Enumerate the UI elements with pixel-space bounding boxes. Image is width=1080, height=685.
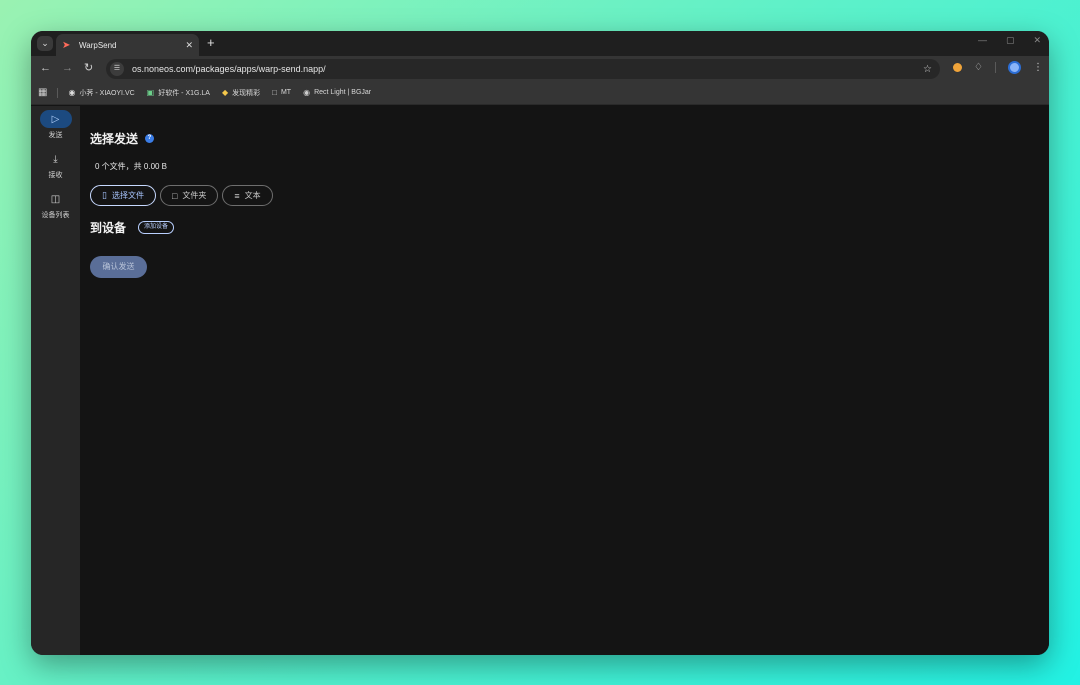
bookmark-xiaoyi[interactable]: ◉ 小荠 - XIAOYI.VC: [68, 88, 134, 98]
window-controls: — ▢ ✕: [978, 35, 1041, 46]
app-sidebar: ▷ 发送 ⤓ 接收 ◫ 设备列表: [31, 106, 80, 655]
apps-grid-icon[interactable]: ▦: [38, 87, 47, 98]
folder-icon: □: [171, 190, 178, 201]
bookmark-label: 小荠 - XIAOYI.VC: [79, 89, 135, 97]
warpsend-app: ▷ 发送 ⤓ 接收 ◫ 设备列表 选择发送 ? 0 个文件，共 0.00 B ▯…: [31, 106, 1049, 655]
reload-icon[interactable]: ↻: [84, 60, 93, 76]
page-title: 选择发送: [90, 132, 139, 146]
source-buttons: ▯ 选择文件 □ 文件夹 ≡ 文本: [90, 185, 1039, 206]
minimize-icon[interactable]: —: [978, 35, 987, 46]
select-file-button[interactable]: ▯ 选择文件: [90, 185, 156, 206]
bookmark-x1g[interactable]: ▣ 好软件 - X1G.LA: [147, 88, 210, 98]
file-summary: 0 个文件，共 0.00 B: [95, 162, 168, 171]
window-close-icon[interactable]: ✕: [1033, 35, 1041, 46]
forward-arrow-icon[interactable]: →: [62, 60, 73, 76]
folder-icon: □: [272, 88, 277, 97]
toolbar-divider: [995, 62, 996, 73]
bookmark-discover[interactable]: ◆ 发现精彩: [222, 88, 260, 98]
address-bar[interactable]: ☰ os.noneos.com/packages/apps/warp-send.…: [106, 59, 940, 79]
browser-window: ⌄ ➤ WarpSend ✕ + — ▢ ✕ ← → ↻ ☰ os.noneos…: [31, 31, 1049, 655]
close-icon[interactable]: ✕: [185, 40, 193, 51]
profile-avatar-icon[interactable]: [1008, 61, 1021, 74]
device-section: 到设备 添加设备: [90, 219, 1039, 236]
select-folder-button[interactable]: □ 文件夹: [159, 185, 219, 206]
new-tab-icon[interactable]: +: [207, 35, 215, 51]
send-icon: ▷: [39, 110, 72, 128]
confirm-send-button[interactable]: 确认发送: [90, 256, 147, 278]
bookmark-label: Rect Light | BGJar: [314, 89, 372, 96]
add-device-button[interactable]: 添加设备: [138, 221, 175, 234]
maximize-icon[interactable]: ▢: [1006, 35, 1015, 46]
xiaoyi-icon: ◉: [68, 88, 76, 97]
url-text[interactable]: os.noneos.com/packages/apps/warp-send.na…: [132, 64, 923, 74]
button-label: 文件夹: [182, 191, 207, 200]
sidebar-item-label: 发送: [48, 132, 63, 139]
tab-warpsend[interactable]: ➤ WarpSend ✕: [56, 34, 199, 56]
sidebar-item-label: 接收: [48, 172, 63, 179]
section-title-select: 选择发送 ?: [90, 130, 1039, 147]
browser-toolbar: ← → ↻ ☰ os.noneos.com/packages/apps/warp…: [31, 56, 1049, 81]
back-arrow-icon[interactable]: ←: [40, 60, 51, 76]
bookmark-label: 发现精彩: [232, 89, 261, 97]
sidebar-item-label: 设备列表: [41, 212, 70, 219]
send-text-button[interactable]: ≡ 文本: [222, 185, 273, 206]
bgjar-icon: ◉: [303, 88, 311, 97]
bookmark-label: MT: [280, 89, 292, 96]
tab-search-icon[interactable]: ⌄: [37, 36, 53, 51]
bookmarks-bar: ▦ ◉ 小荠 - XIAOYI.VC ▣ 好软件 - X1G.LA ◆ 发现精彩…: [31, 81, 1049, 105]
devices-icon: ◫: [50, 193, 61, 205]
sidebar-item-send[interactable]: ▷ 发送: [31, 110, 80, 140]
bookmark-star-icon[interactable]: ☆: [923, 64, 932, 75]
x1g-icon: ▣: [146, 88, 155, 97]
bookmarks-divider: [57, 87, 59, 98]
bookmark-label: 好软件 - X1G.LA: [158, 89, 210, 97]
site-info-icon[interactable]: ☰: [110, 62, 124, 76]
bookmark-mt[interactable]: □ MT: [272, 88, 291, 97]
button-label: 选择文件: [111, 191, 144, 200]
file-icon: ▯: [102, 190, 107, 200]
warpsend-favicon-icon: ➤: [62, 39, 71, 51]
tab-title: WarpSend: [79, 40, 117, 50]
sidebar-item-devices[interactable]: ◫ 设备列表: [31, 190, 80, 220]
tab-strip: ⌄ ➤ WarpSend ✕ + — ▢ ✕: [31, 31, 1049, 56]
extension-icon[interactable]: [953, 63, 963, 72]
button-label: 文本: [244, 191, 261, 200]
menu-kebab-icon[interactable]: ⋮: [1033, 62, 1043, 73]
extensions-puzzle-icon[interactable]: ♢: [974, 62, 983, 73]
text-icon: ≡: [234, 190, 240, 201]
toolbar-right: ♢ ⋮: [953, 61, 1043, 74]
send-panel: 选择发送 ? 0 个文件，共 0.00 B ▯ 选择文件 □ 文件夹 ≡ 文本: [80, 106, 1049, 655]
help-icon[interactable]: ?: [145, 134, 155, 143]
sidebar-item-receive[interactable]: ⤓ 接收: [31, 150, 80, 180]
bookmark-bgjar[interactable]: ◉ Rect Light | BGJar: [303, 88, 371, 97]
discover-icon: ◆: [221, 88, 229, 97]
section-title-device: 到设备: [90, 221, 127, 235]
download-icon: ⤓: [53, 153, 58, 165]
